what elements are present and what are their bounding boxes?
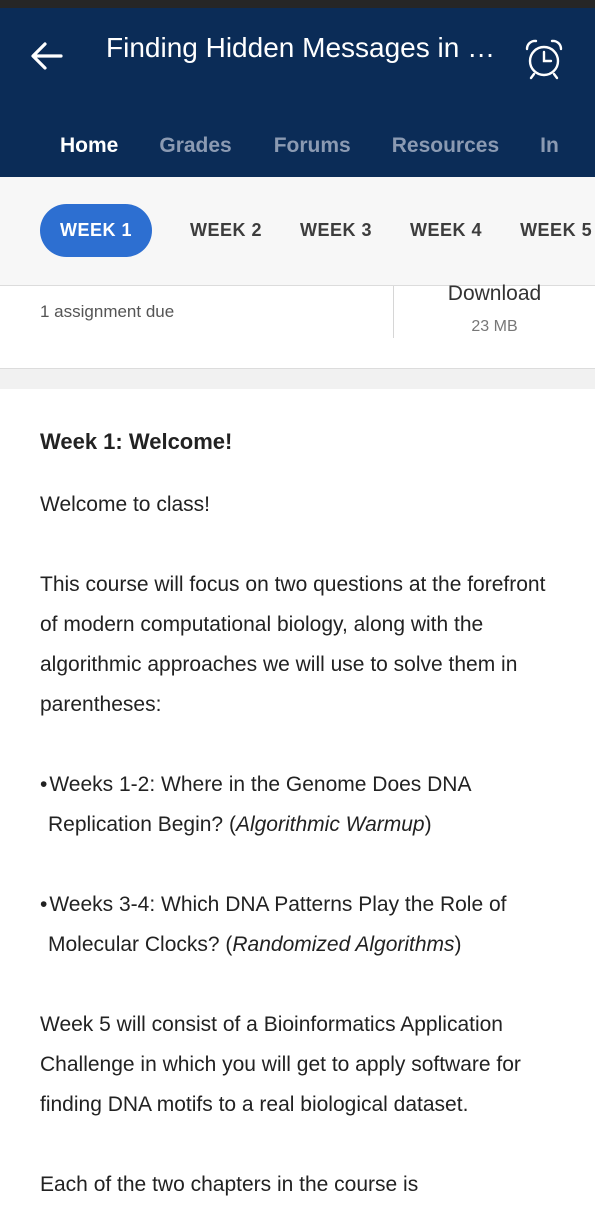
download-size: 23 MB: [471, 318, 518, 335]
week-3-pill[interactable]: WEEK 3: [300, 220, 372, 241]
arrow-left-icon[interactable]: [28, 38, 64, 74]
course-tabs: Home Grades Forums Resources In: [0, 100, 595, 183]
week-selector: WEEK 1 WEEK 2 WEEK 3 WEEK 4 WEEK 5: [0, 177, 595, 286]
paragraph-chapters: Each of the two chapters in the course i…: [40, 1173, 419, 1196]
bullet-weeks-1-2: •Weeks 1-2: Where in the Genome Does DNA…: [40, 773, 471, 836]
top-bar: Finding Hidden Messages in D...: [0, 8, 595, 100]
assignment-due-text: 1 assignment due: [40, 302, 175, 321]
paragraph-focus: This course will focus on two questions …: [40, 573, 546, 716]
week-2-pill[interactable]: WEEK 2: [190, 220, 262, 241]
week-description: Week 1: Welcome! Welcome to class! This …: [0, 389, 595, 1205]
course-title: Finding Hidden Messages in D...: [106, 32, 508, 63]
app-header: Finding Hidden Messages in D... Home Gra…: [0, 8, 595, 183]
section-gap: [0, 369, 595, 389]
week-5-pill[interactable]: WEEK 5: [520, 220, 592, 241]
tab-info[interactable]: In: [540, 100, 559, 158]
bullet-weeks-3-4: •Weeks 3-4: Which DNA Patterns Play the …: [40, 893, 507, 956]
week-info-row: 1 assignment due Download 23 MB: [0, 282, 595, 369]
week-4-pill[interactable]: WEEK 4: [410, 220, 482, 241]
tab-forums[interactable]: Forums: [274, 100, 351, 158]
paragraph-welcome: Welcome to class!: [40, 493, 210, 516]
week-1-pill[interactable]: WEEK 1: [40, 204, 153, 257]
tab-home[interactable]: Home: [39, 100, 139, 183]
tab-resources[interactable]: Resources: [392, 100, 499, 158]
week-heading: Week 1: Welcome!: [40, 429, 233, 454]
alarm-clock-icon[interactable]: [523, 38, 565, 80]
tab-grades[interactable]: Grades: [159, 100, 231, 158]
status-bar: [0, 0, 595, 8]
paragraph-week-5: Week 5 will consist of a Bioinformatics …: [40, 1013, 521, 1116]
download-button[interactable]: Download: [394, 282, 595, 306]
